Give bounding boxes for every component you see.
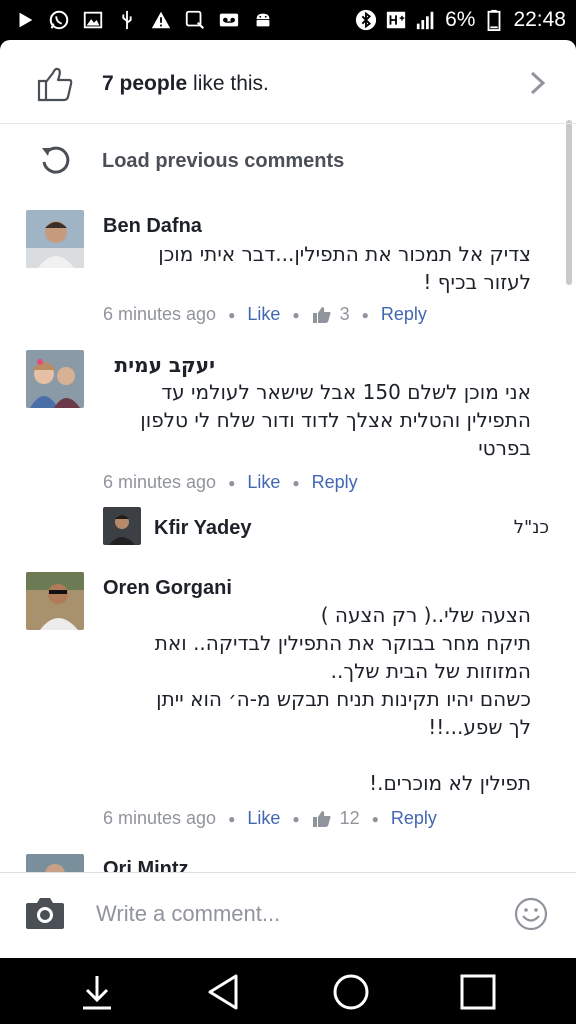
- likes-suffix: like this.: [187, 72, 269, 95]
- emoji-icon[interactable]: [514, 897, 548, 931]
- avatar[interactable]: [103, 507, 141, 545]
- separator-dot: ●: [228, 307, 236, 322]
- battery-icon: [483, 9, 505, 31]
- like-button[interactable]: Like: [247, 304, 280, 325]
- comment-clip: Ori Mintz: [0, 850, 576, 872]
- comment-text: אני מוכן לשלם 150 אבל שישאר לעולמי עד הת…: [140, 380, 531, 460]
- like-count[interactable]: 12: [340, 808, 360, 829]
- comment-text: צדיק אל תמכור את התפילין...דבר איתי מוכן…: [158, 242, 531, 294]
- status-bar: 6% 22:48: [0, 0, 576, 40]
- home-icon[interactable]: [331, 972, 371, 1012]
- separator-dot: ●: [292, 307, 300, 322]
- reply-preview[interactable]: Kfir Yadey כנ"ל: [103, 507, 563, 547]
- warning-icon: [150, 9, 172, 31]
- avatar[interactable]: [26, 350, 84, 408]
- comment-author[interactable]: Ori Mintz: [103, 858, 189, 872]
- separator-dot: ●: [361, 307, 369, 322]
- separator-dot: ●: [371, 811, 379, 826]
- comment-actions: 6 minutes ago ● Like ● Reply: [103, 472, 358, 493]
- voicemail-icon: [218, 9, 240, 31]
- separator-dot: ●: [228, 811, 236, 826]
- bluetooth-icon: [355, 9, 377, 31]
- hide-keyboard-icon[interactable]: [77, 972, 117, 1012]
- comment-actions: 6 minutes ago ● Like ● 3 ● Reply: [103, 304, 427, 325]
- comment-author[interactable]: יעקב עמית: [103, 353, 215, 377]
- comment-time: 6 minutes ago: [103, 304, 217, 324]
- load-previous-row[interactable]: Load previous comments: [0, 124, 576, 202]
- chevron-right-icon: [530, 71, 546, 95]
- gallery-icon: [82, 9, 104, 31]
- reply-button[interactable]: Reply: [381, 304, 427, 325]
- android-icon: [252, 9, 274, 31]
- comment-composer: Write a comment...: [0, 872, 576, 958]
- separator-dot: ●: [228, 475, 236, 490]
- reply-text: כנ"ל: [513, 517, 549, 538]
- like-button[interactable]: Like: [247, 472, 280, 493]
- likes-count-text: 7 people like this.: [102, 72, 269, 96]
- likes-summary-row[interactable]: 7 people like this.: [0, 40, 576, 124]
- system-nav-bar: [0, 958, 576, 1024]
- comment-actions: 6 minutes ago ● Like ● 12 ● Reply: [103, 808, 437, 829]
- feedback-icon: [184, 9, 206, 31]
- reply-button[interactable]: Reply: [312, 472, 358, 493]
- hplus-icon: [385, 9, 407, 31]
- back-icon[interactable]: [204, 972, 244, 1012]
- like-reaction-icon: [312, 306, 331, 323]
- comment-time: 6 minutes ago: [103, 808, 217, 828]
- battery-percent: 6%: [445, 8, 476, 31]
- comment-text: הצעה שלי..( רק הצעה ) תיקח מחר בבוקר את …: [154, 603, 531, 795]
- signal-icon: [415, 9, 437, 31]
- likes-count: 7 people: [102, 72, 188, 95]
- reply-author[interactable]: Kfir Yadey: [154, 517, 251, 540]
- thumbs-up-icon: [37, 67, 73, 102]
- comment-author[interactable]: Oren Gorgani: [103, 577, 232, 600]
- whatsapp-icon: [48, 9, 70, 31]
- reply-button[interactable]: Reply: [391, 808, 437, 829]
- usb-icon: [116, 9, 138, 31]
- camera-icon[interactable]: [24, 895, 66, 931]
- like-count[interactable]: 3: [340, 304, 350, 325]
- play-icon: [14, 9, 36, 31]
- comment-input[interactable]: Write a comment...: [96, 901, 280, 927]
- comments-sheet: 7 people like this. Load previous commen…: [0, 40, 576, 958]
- load-previous-label: Load previous comments: [102, 150, 345, 172]
- separator-dot: ●: [292, 475, 300, 490]
- like-reaction-icon: [312, 810, 331, 827]
- refresh-icon: [42, 146, 70, 174]
- comment-author[interactable]: Ben Dafna: [103, 215, 202, 238]
- comment-time: 6 minutes ago: [103, 472, 217, 492]
- recents-icon[interactable]: [458, 972, 498, 1012]
- avatar[interactable]: [26, 572, 84, 630]
- clock: 22:48: [513, 8, 566, 31]
- avatar[interactable]: [26, 210, 84, 268]
- avatar[interactable]: [26, 854, 84, 872]
- like-button[interactable]: Like: [247, 808, 280, 829]
- separator-dot: ●: [292, 811, 300, 826]
